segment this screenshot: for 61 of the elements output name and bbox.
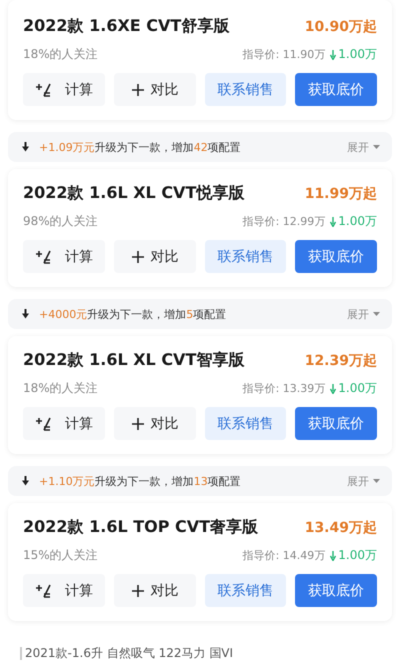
down-arrow-icon [330,550,336,560]
attention-text: 98%的人关注 [23,213,98,230]
plus-icon [130,584,145,598]
down-arrow-icon [330,216,336,226]
version-title: 2022款 1.6L XL CVT智享版 [23,350,244,371]
compare-button[interactable]: 对比 [114,240,196,273]
price-label: 13.49万起 [304,518,377,536]
get-price-button[interactable]: 获取底价 [295,574,377,607]
discount-text: 1.00万 [338,547,377,564]
calculate-button[interactable]: 计算 [23,574,105,607]
version-title: 2022款 1.6XE CVT舒享版 [23,16,230,37]
contact-sales-button[interactable]: 联系销售 [204,574,286,607]
caret-down-icon [373,145,380,149]
expand-toggle[interactable]: 展开 [347,306,380,322]
attention-text: 18%的人关注 [23,380,98,397]
get-price-button[interactable]: 获取底价 [295,240,377,273]
calculate-button[interactable]: 计算 [23,73,105,106]
section-heading: 2021款-1.6升 自然吸气 122马力 国VI [25,645,234,662]
discount-text: 1.00万 [338,213,377,230]
price-label: 11.99万起 [304,184,377,202]
version-title: 2022款 1.6L XL CVT悦享版 [23,183,244,204]
expand-toggle[interactable]: 展开 [347,474,380,488]
down-arrow-icon [22,476,29,486]
calculate-button[interactable]: 计算 [23,407,105,440]
contact-sales-button[interactable]: 联系销售 [204,407,286,440]
calculate-button[interactable]: 计算 [23,240,105,273]
down-arrow-icon [22,142,29,152]
caret-down-icon [373,312,380,316]
price-label: 12.39万起 [304,352,377,370]
guide-price-label: 指导价: 14.49万 [242,548,326,563]
get-price-button[interactable]: 获取底价 [295,407,377,440]
upgrade-text: +1.10万元升级为下一款，增加 13项配置 [39,474,241,488]
compare-button[interactable]: 对比 [114,73,196,106]
guide-price-label: 指导价: 13.39万 [242,381,326,396]
caret-down-icon [373,479,380,483]
expand-toggle[interactable]: 展开 [347,140,380,154]
calculator-icon [34,416,51,430]
get-price-button[interactable]: 获取底价 [295,73,377,106]
discount-text: 1.00万 [338,380,377,397]
upgrade-text: +1.09万元升级为下一款，增加42项配置 [39,140,241,154]
down-arrow-icon [330,384,336,394]
contact-sales-button[interactable]: 联系销售 [204,73,286,106]
upgrade-text: +4000元升级为下一款，增加5项配置 [39,306,226,322]
down-arrow-icon [22,309,29,319]
compare-button[interactable]: 对比 [114,407,196,440]
discount-text: 1.00万 [338,46,377,63]
compare-button[interactable]: 对比 [114,574,196,607]
version-title: 2022款 1.6L TOP CVT奢享版 [23,517,258,538]
guide-price-label: 指导价: 12.99万 [242,214,326,229]
plus-icon [130,416,145,430]
plus-icon [130,82,145,96]
plus-icon [130,250,145,264]
guide-price-label: 指导价: 11.90万 [242,47,326,62]
down-arrow-icon [330,50,336,60]
contact-sales-button[interactable]: 联系销售 [204,240,286,273]
calculator-icon [34,584,51,598]
attention-text: 15%的人关注 [23,547,98,564]
calculator-icon [34,82,51,96]
attention-text: 18%的人关注 [23,46,98,63]
price-label: 10.90万起 [304,18,377,36]
calculator-icon [34,250,51,264]
